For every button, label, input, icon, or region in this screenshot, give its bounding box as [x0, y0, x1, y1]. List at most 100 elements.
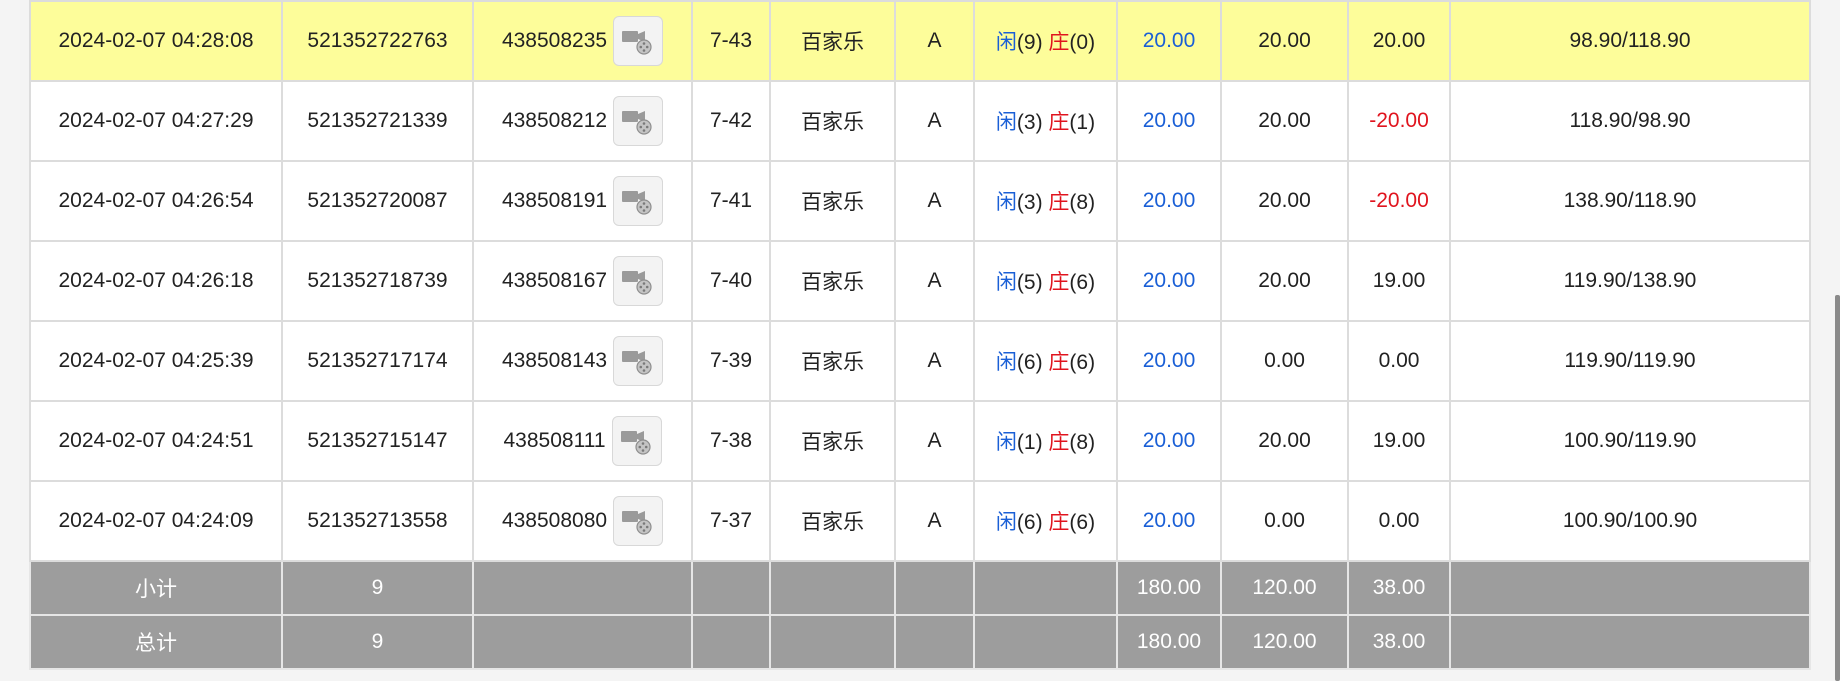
bet-amount: 20.00	[1142, 509, 1196, 532]
result-cell: 闲(3) 庄(1)	[973, 80, 1118, 162]
bet-time-cell: 2024-02-07 04:26:18	[29, 240, 283, 322]
empty-cell	[472, 560, 693, 616]
banker-score: (1)	[1069, 111, 1096, 134]
bet-amount-cell: 20.00	[1116, 480, 1222, 562]
win-loss-cell: 20.00	[1347, 0, 1451, 82]
summary-label: 总计	[135, 632, 177, 655]
valid-bet-cell: 20.00	[1220, 240, 1349, 322]
bet-time: 2024-02-07 04:24:51	[58, 429, 254, 452]
balance-cell: 100.90/119.90	[1449, 400, 1811, 482]
video-replay-button[interactable]	[613, 256, 664, 306]
valid-bet: 20.00	[1258, 189, 1311, 212]
player-score: (3)	[1016, 111, 1043, 134]
win-loss-cell: 0.00	[1347, 320, 1451, 402]
table-name: A	[927, 349, 942, 372]
table-row[interactable]: 2024-02-07 04:27:29 521352721339 4385082…	[29, 80, 1811, 162]
player-label: 闲	[995, 191, 1017, 214]
game-type-cell: 百家乐	[769, 80, 896, 162]
valid-bet: 20.00	[1258, 109, 1311, 132]
win-loss: 19.00	[1372, 269, 1426, 292]
table-row[interactable]: 2024-02-07 04:26:54 521352720087 4385081…	[29, 160, 1811, 242]
video-replay-button[interactable]	[611, 416, 662, 466]
video-replay-button[interactable]	[613, 16, 664, 66]
video-replay-icon	[622, 351, 652, 375]
bet-records-table-container: 2024-02-07 04:28:08 521352722763 4385082…	[29, 0, 1811, 670]
bet-time-cell: 2024-02-07 04:24:51	[29, 400, 283, 482]
summary-bet: 180.00	[1136, 630, 1202, 653]
game-id-cell: 438508167	[472, 240, 693, 322]
banker-label: 庄	[1048, 31, 1070, 54]
banker-label: 庄	[1048, 511, 1070, 534]
valid-bet-cell: 0.00	[1220, 320, 1349, 402]
game-type-cell: 百家乐	[769, 400, 896, 482]
table-row[interactable]: 2024-02-07 04:24:09 521352713558 4385080…	[29, 480, 1811, 562]
valid-bet: 0.00	[1264, 509, 1305, 532]
summary-win-cell: 38.00	[1347, 560, 1451, 616]
video-replay-button[interactable]	[613, 496, 664, 546]
banker-label: 庄	[1048, 351, 1070, 374]
game-type: 百家乐	[801, 351, 864, 374]
win-loss: -20.00	[1369, 189, 1429, 212]
table-name: A	[927, 29, 942, 52]
summary-valid-cell: 120.00	[1220, 560, 1349, 616]
summary-count-cell: 9	[281, 560, 474, 616]
table-row[interactable]: 2024-02-07 04:25:39 521352717174 4385081…	[29, 320, 1811, 402]
valid-bet-cell: 20.00	[1220, 160, 1349, 242]
valid-bet: 20.00	[1258, 269, 1311, 292]
banker-score: (0)	[1069, 31, 1096, 54]
player-score: (5)	[1016, 271, 1043, 294]
bet-id-cell: 521352718739	[281, 240, 474, 322]
round-cell: 7-38	[691, 400, 771, 482]
game-id: 438508212	[501, 109, 608, 132]
round-number: 7-38	[709, 429, 753, 452]
balance-change: 100.90/119.90	[1563, 429, 1697, 452]
video-replay-icon	[622, 111, 652, 135]
bet-amount-cell: 20.00	[1116, 80, 1222, 162]
balance-change: 119.90/119.90	[1564, 349, 1696, 372]
table-row[interactable]: 2024-02-07 04:28:08 521352722763 4385082…	[29, 0, 1811, 82]
game-type: 百家乐	[801, 271, 864, 294]
bet-time: 2024-02-07 04:28:08	[58, 29, 254, 52]
bet-id: 521352718739	[307, 269, 448, 292]
balance-cell: 138.90/118.90	[1449, 160, 1811, 242]
game-type-cell: 百家乐	[769, 320, 896, 402]
bet-time-cell: 2024-02-07 04:28:08	[29, 0, 283, 82]
balance-change: 119.90/138.90	[1563, 269, 1697, 292]
video-replay-button[interactable]	[613, 96, 664, 146]
bet-amount-cell: 20.00	[1116, 160, 1222, 242]
table-cell: A	[894, 480, 975, 562]
vertical-scrollbar[interactable]	[1835, 295, 1840, 681]
bet-amount-cell: 20.00	[1116, 400, 1222, 482]
video-replay-button[interactable]	[613, 176, 664, 226]
round-cell: 7-43	[691, 0, 771, 82]
summary-win-cell: 38.00	[1347, 614, 1451, 670]
balance-cell: 118.90/98.90	[1449, 80, 1811, 162]
bet-time: 2024-02-07 04:26:54	[58, 189, 254, 212]
empty-cell	[472, 614, 693, 670]
valid-bet: 20.00	[1258, 29, 1311, 52]
summary-count-cell: 9	[281, 614, 474, 670]
bet-id-cell: 521352720087	[281, 160, 474, 242]
win-loss-cell: -20.00	[1347, 160, 1451, 242]
round-number: 7-43	[709, 29, 753, 52]
table-name: A	[927, 429, 942, 452]
player-score: (6)	[1016, 511, 1043, 534]
bet-amount: 20.00	[1142, 109, 1196, 132]
banker-label: 庄	[1048, 111, 1070, 134]
banker-label: 庄	[1048, 271, 1070, 294]
round-cell: 7-39	[691, 320, 771, 402]
round-cell: 7-37	[691, 480, 771, 562]
round-number: 7-40	[709, 269, 753, 292]
game-id: 438508111	[503, 429, 606, 452]
game-type: 百家乐	[801, 31, 864, 54]
video-replay-button[interactable]	[613, 336, 664, 386]
round-number: 7-41	[709, 189, 753, 212]
table-row[interactable]: 2024-02-07 04:24:51 521352715147 4385081…	[29, 400, 1811, 482]
win-loss: -20.00	[1369, 109, 1429, 132]
table-cell: A	[894, 240, 975, 322]
bet-id-cell: 521352722763	[281, 0, 474, 82]
win-loss: 19.00	[1372, 429, 1426, 452]
bet-amount-cell: 20.00	[1116, 0, 1222, 82]
table-row[interactable]: 2024-02-07 04:26:18 521352718739 4385081…	[29, 240, 1811, 322]
table-cell: A	[894, 400, 975, 482]
